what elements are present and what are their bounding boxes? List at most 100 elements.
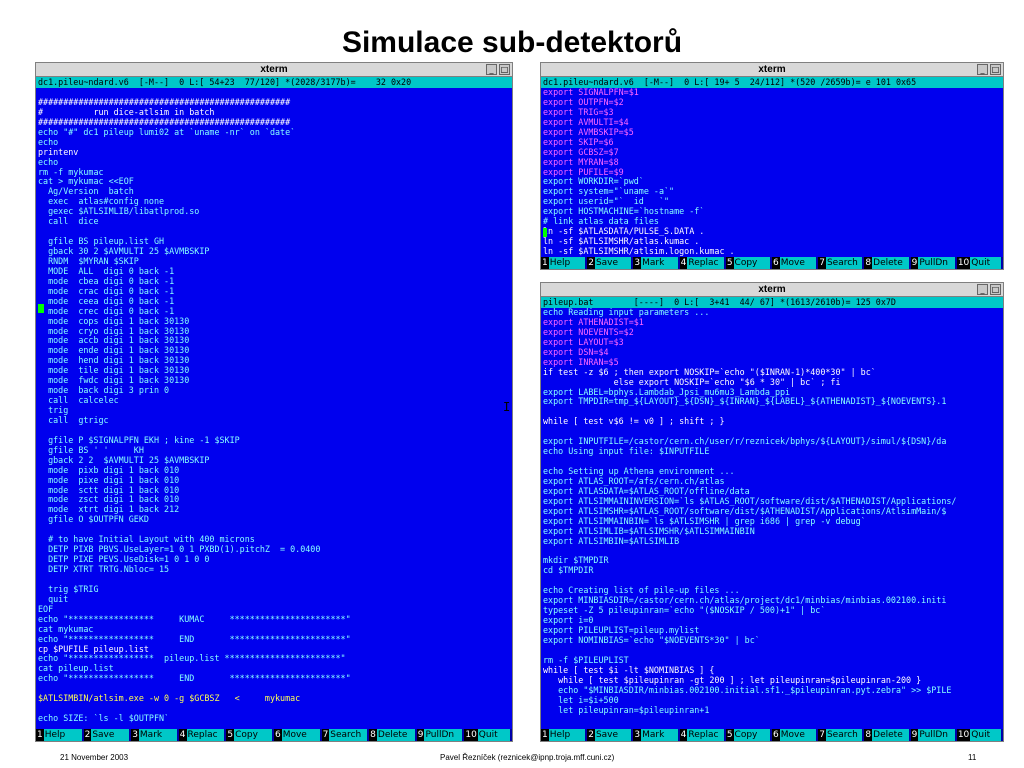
fnkey-pulldn[interactable]: 9 PullDn: [416, 729, 465, 741]
fnkey-save[interactable]: 2 Save: [587, 257, 633, 269]
fnkey-mark[interactable]: 3 Mark: [633, 729, 679, 741]
fnkey-label: Help: [548, 257, 586, 269]
window-title: xterm: [260, 64, 288, 75]
code-line: export LABEL=bphys.Lambdab_Jpsi_mu6mu3_L…: [543, 387, 791, 397]
fnkey-pulldn[interactable]: 9 PullDn: [910, 729, 957, 741]
maximize-button[interactable]: □: [990, 284, 1001, 295]
window-titlebar[interactable]: xterm _ □: [541, 63, 1003, 77]
editor-status-line: dc1.pileu~ndard.v6 [-M--] 0 L:[ 19+ 5 24…: [541, 77, 1003, 88]
fnkey-delete[interactable]: 8 Delete: [864, 729, 910, 741]
code-line: export i=0: [543, 616, 594, 626]
code-line: export TMPDIR=tmp_${LAYOUT}_${DSN}_${INR…: [543, 397, 947, 407]
fnkey-label: Save: [594, 729, 632, 741]
code-line: echo "***************** KUMAC **********…: [38, 614, 351, 624]
fnkey-search[interactable]: 7 Search: [321, 729, 370, 741]
fnkey-pulldn[interactable]: 9 PullDn: [910, 257, 957, 269]
fnkey-delete[interactable]: 8 Delete: [369, 729, 417, 741]
fnkey-save[interactable]: 2 Save: [83, 729, 132, 741]
fnkey-move[interactable]: 6 Move: [772, 729, 818, 741]
code-line: echo "***************** pileup.list ****…: [38, 654, 346, 664]
fnkey-label: Move: [779, 729, 817, 741]
fnkey-copy[interactable]: 5 Copy: [226, 729, 274, 741]
code-line: trig: [38, 406, 69, 415]
code-line: RNDM $MYRAN $SKIP: [38, 256, 139, 266]
code-line: while [ test v$6 != v0 ] ; shift ; }: [543, 417, 725, 427]
footer-date: 21 November 2003: [60, 753, 129, 762]
fnkey-quit[interactable]: 10 Quit: [956, 257, 1003, 269]
terminal-content[interactable]: ########################################…: [36, 88, 512, 729]
text-cursor: [38, 304, 44, 313]
code-line: gexec $ATLSIMLIB/libatlprod.so: [38, 207, 200, 217]
code-line: export SIGNALPFN=$1: [543, 88, 639, 97]
fnkey-number: 1: [541, 257, 549, 269]
code-lines: ########################################…: [36, 88, 512, 724]
code-line: mkdir $TMPDIR: [543, 556, 609, 566]
code-line: mode cbea digi 0 back -1: [38, 276, 175, 286]
fnkey-help[interactable]: 1 Help: [541, 257, 587, 269]
code-line: export INRAN=$5: [543, 357, 619, 367]
window-titlebar[interactable]: xterm _ □: [36, 63, 512, 77]
terminal-content[interactable]: export SIGNALPFN=$1 export OUTPFN=$2 expor…: [541, 88, 1003, 257]
fnkey-quit[interactable]: 10 Quit: [956, 729, 1003, 741]
fnkey-mark[interactable]: 3 Mark: [633, 257, 679, 269]
fnkey-delete[interactable]: 8 Delete: [864, 257, 910, 269]
fnkey-move[interactable]: 6 Move: [772, 257, 818, 269]
editor-status-line: dc1.pileu~ndard.v6 [-M--] 0 L:[ 54+23 77…: [36, 77, 512, 88]
minimize-button[interactable]: _: [977, 64, 988, 75]
code-line: call dice: [38, 217, 99, 227]
fnkey-help[interactable]: 1 Help: [36, 729, 84, 741]
code-line: echo: [38, 157, 59, 167]
fnkey-move[interactable]: 6 Move: [273, 729, 322, 741]
code-line: mode ende digi 1 back 30130: [38, 346, 190, 356]
fnkey-label: Copy: [733, 257, 771, 269]
code-line: rm -f $PILEUPLIST: [543, 655, 629, 665]
code-line: export userid="` id `": [543, 197, 670, 207]
fnkey-save[interactable]: 2 Save: [587, 729, 633, 741]
fnkey-copy[interactable]: 5 Copy: [725, 729, 772, 741]
maximize-button[interactable]: □: [990, 64, 1001, 75]
minimize-button[interactable]: _: [486, 64, 497, 75]
minimize-button[interactable]: _: [977, 284, 988, 295]
fnkey-replac[interactable]: 4 Replac: [679, 257, 726, 269]
fnkey-help[interactable]: 1 Help: [541, 729, 587, 741]
code-line: export TRIG=$3: [543, 107, 614, 117]
xterm-window-top-right[interactable]: xterm _ □ dc1.pileu~ndard.v6 [-M--] 0 L:…: [540, 62, 1004, 270]
terminal-content[interactable]: echo Reading input parameters ... export …: [541, 308, 1003, 729]
fnkey-label: Delete: [376, 729, 415, 741]
code-line: quit: [38, 594, 69, 604]
code-line: cat > mykumac <<EOF: [38, 177, 134, 187]
code-line: echo Creating list of pile-up files ...: [543, 586, 740, 596]
code-line: gfile O $OUTPFN GEKD: [38, 515, 149, 525]
fnkey-number: 4: [178, 729, 187, 741]
window-titlebar[interactable]: xterm _ □: [541, 283, 1003, 297]
window-title: xterm: [758, 64, 786, 75]
fnkey-label: Move: [779, 257, 817, 269]
fnkey-number: 8: [369, 729, 377, 741]
slide-title: Simulace sub-detektorů: [341, 26, 683, 59]
fnkey-copy[interactable]: 5 Copy: [725, 257, 772, 269]
code-line: mode fwdc digi 1 back 30130: [38, 376, 190, 386]
code-line: call gtrigc: [38, 415, 109, 425]
maximize-button[interactable]: □: [499, 64, 510, 75]
fnkey-label: Replac: [186, 729, 225, 741]
code-line: mode xtrt digi 1 back 212: [38, 505, 180, 515]
fnkey-label: Move: [281, 729, 320, 741]
fnkey-search[interactable]: 7 Search: [818, 257, 864, 269]
code-line: export INPUTFILE=/castor/cern.ch/user/r/…: [543, 437, 947, 447]
xterm-window-left[interactable]: xterm _ □ dc1.pileu~ndard.v6 [-M--] 0 L:…: [35, 62, 513, 742]
text-select-cursor-icon: I: [503, 400, 511, 414]
code-line: typeset -Z 5 pileupinran=`echo "($NOSKIP…: [543, 606, 826, 616]
fnkey-number: 1: [541, 729, 549, 741]
code-line: mode cryo digi 1 back 30130: [38, 326, 190, 336]
code-line: DETP XTRT TRTG.Nbloc= 15: [38, 565, 170, 574]
fnkey-search[interactable]: 7 Search: [818, 729, 864, 741]
code-line: mode crec digi 0 back -1: [38, 306, 175, 316]
xterm-window-bottom-right[interactable]: xterm _ □ pileup.bat [----] 0 L:[ 3+41 4…: [540, 282, 1004, 742]
code-line: export PUFILE=$9: [543, 167, 624, 177]
fnkey-quit[interactable]: 10 Quit: [464, 729, 512, 741]
fnkey-replac[interactable]: 4 Replac: [679, 729, 726, 741]
fnkey-mark[interactable]: 3 Mark: [131, 729, 179, 741]
fnkey-replac[interactable]: 4 Replac: [178, 729, 227, 741]
